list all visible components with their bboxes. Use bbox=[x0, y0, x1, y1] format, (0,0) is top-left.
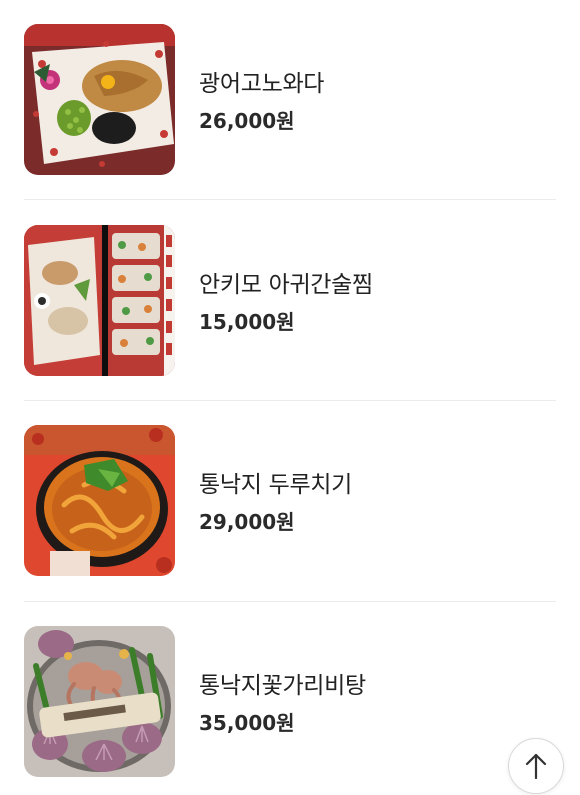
scroll-to-top-button[interactable] bbox=[508, 738, 564, 794]
menu-item-price: 15,000원 bbox=[199, 310, 295, 334]
dish-photo-octopus-scallop-soup bbox=[24, 626, 175, 777]
menu-item[interactable]: 통낙지꽃가리비탕 35,000원 bbox=[24, 626, 556, 778]
menu-item-price: 26,000원 bbox=[199, 109, 295, 133]
divider bbox=[24, 199, 556, 200]
menu-item[interactable]: 안키모 아귀간술찜 15,000원 bbox=[24, 225, 556, 377]
menu-item-name[interactable]: 광어고노와다 bbox=[199, 64, 324, 98]
divider bbox=[24, 601, 556, 602]
menu-item-image[interactable] bbox=[24, 626, 175, 777]
menu-item-image[interactable] bbox=[24, 24, 175, 175]
menu-item-image[interactable] bbox=[24, 225, 175, 376]
dish-photo-octopus-stir-fry bbox=[24, 425, 175, 576]
menu-item-image[interactable] bbox=[24, 425, 175, 576]
menu-item[interactable]: 광어고노와다 26,000원 bbox=[24, 24, 556, 176]
menu-item-price: 35,000원 bbox=[199, 711, 295, 735]
arrow-up-icon bbox=[525, 753, 547, 780]
menu-item-name[interactable]: 통낙지 두루치기 bbox=[199, 465, 352, 499]
divider bbox=[24, 400, 556, 401]
dish-photo-monkfish-liver bbox=[24, 225, 175, 376]
dish-photo-raw-fish-konowata bbox=[24, 24, 175, 175]
menu-item-name[interactable]: 안키모 아귀간술찜 bbox=[199, 265, 373, 299]
menu-item-price: 29,000원 bbox=[199, 510, 295, 534]
menu-item[interactable]: 통낙지 두루치기 29,000원 bbox=[24, 425, 556, 577]
menu-item-name[interactable]: 통낙지꽃가리비탕 bbox=[199, 666, 366, 700]
